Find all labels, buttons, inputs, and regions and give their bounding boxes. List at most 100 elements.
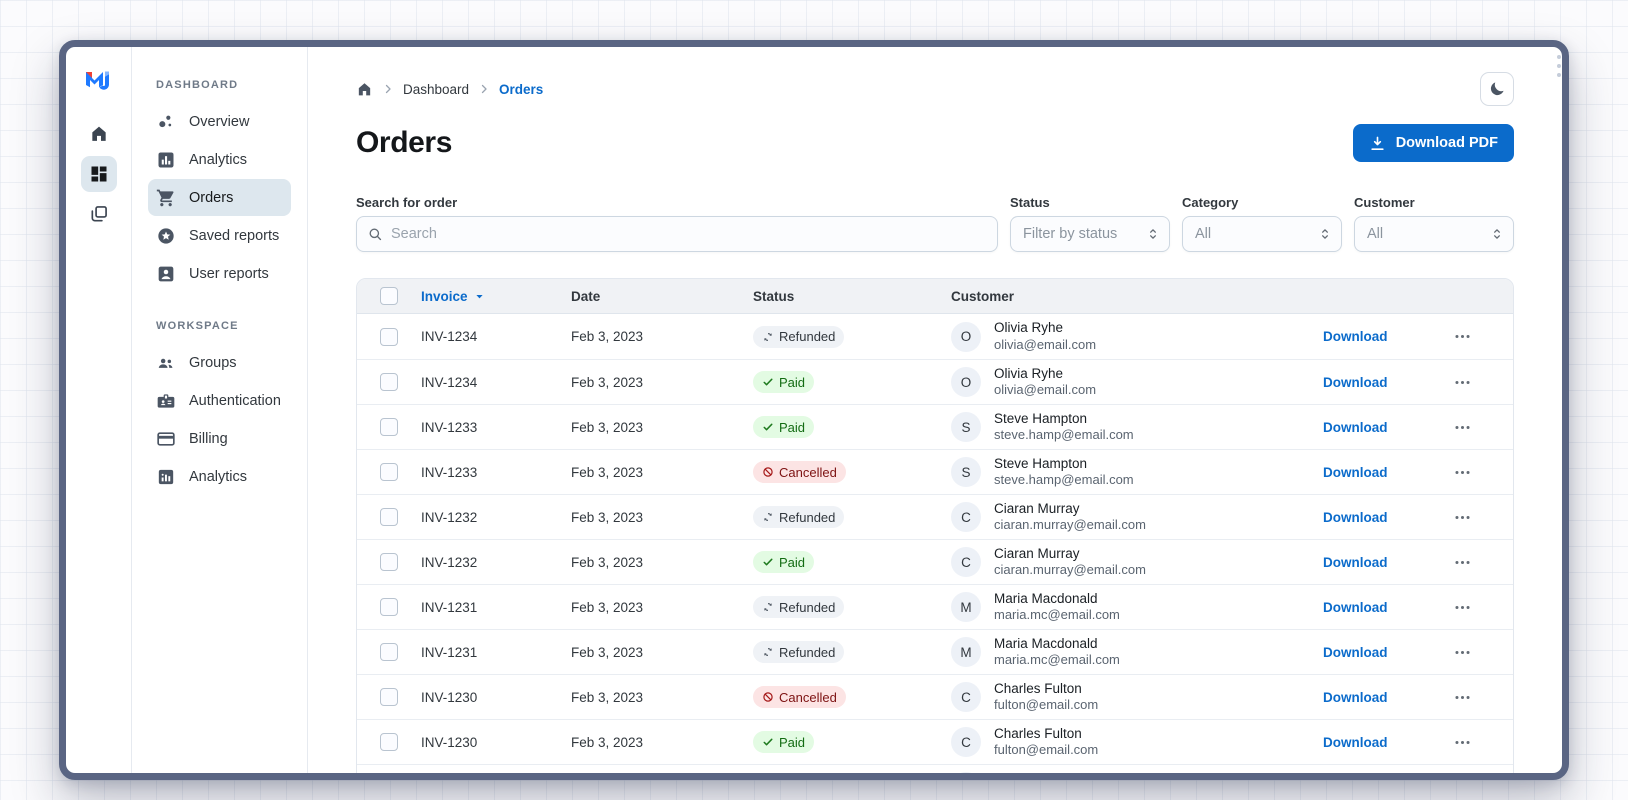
- row-menu-button[interactable]: [1453, 373, 1513, 392]
- row-checkbox[interactable]: [380, 688, 398, 706]
- chevron-right-icon: [382, 83, 394, 95]
- row-checkbox[interactable]: [380, 508, 398, 526]
- block-icon: [762, 691, 774, 703]
- customer-email: fulton@email.com: [994, 742, 1099, 758]
- table-row: INV-1234 Feb 3, 2023 Refunded O Olivia R…: [357, 314, 1513, 359]
- category-filter-label: Category: [1182, 195, 1239, 210]
- row-checkbox[interactable]: [380, 598, 398, 616]
- date-cell: Feb 3, 2023: [571, 689, 644, 705]
- download-link[interactable]: Download: [1323, 690, 1388, 705]
- topbar: Dashboard Orders: [356, 71, 1514, 107]
- autorenew-icon: [762, 601, 774, 613]
- window-scroll-dots[interactable]: [1557, 55, 1561, 77]
- sidebar-item-saved-reports[interactable]: Saved reports: [148, 217, 291, 254]
- table-row: INV-1230 Feb 3, 2023 Cancelled C Charles…: [357, 674, 1513, 719]
- sidebar-item-groups[interactable]: Groups: [148, 344, 291, 381]
- mini-chart-icon: [156, 467, 176, 487]
- sidebar-item-orders[interactable]: Orders: [148, 179, 291, 216]
- customer-name: Maria Macdonald: [994, 635, 1098, 651]
- unfold-more-icon: [1322, 229, 1328, 239]
- table-header-row: Invoice Date Status Customer: [357, 279, 1513, 314]
- sidebar-item-authentication[interactable]: Authentication: [148, 382, 291, 419]
- autorenew-icon: [762, 511, 774, 523]
- row-checkbox[interactable]: [380, 327, 398, 346]
- search-input-wrap[interactable]: [356, 216, 998, 252]
- status-badge: Paid: [753, 371, 815, 393]
- table-row: INV-1233 Feb 3, 2023 Cancelled S Steve H…: [357, 449, 1513, 494]
- breadcrumb-dashboard[interactable]: Dashboard: [403, 82, 469, 97]
- page-header: Orders Download PDF: [356, 121, 1514, 165]
- download-icon: [1369, 135, 1386, 152]
- download-link[interactable]: Download: [1323, 329, 1388, 344]
- badge-icon: [156, 391, 176, 411]
- status-select[interactable]: Filter by status: [1010, 216, 1170, 252]
- unfold-more-icon: [1150, 229, 1156, 239]
- download-link[interactable]: Download: [1323, 375, 1388, 390]
- filter-bar: Search for order Status Filter by status…: [356, 195, 1514, 252]
- row-menu-button[interactable]: [1453, 553, 1513, 572]
- status-cell: Paid: [753, 551, 939, 573]
- row-menu-button[interactable]: [1453, 688, 1513, 707]
- sidebar-item-label: Analytics: [189, 468, 248, 485]
- sidebar-section-label: WORKSPACE: [156, 320, 239, 332]
- customer-cell: S Steve Hampton steve.hamp@email.com: [939, 455, 1323, 489]
- avatar: O: [951, 321, 981, 352]
- download-link[interactable]: Download: [1323, 645, 1388, 660]
- row-checkbox[interactable]: [380, 553, 398, 571]
- avatar: S: [951, 412, 981, 442]
- sidebar-item-analytics[interactable]: Analytics: [148, 141, 291, 178]
- row-menu-button[interactable]: [1453, 327, 1513, 346]
- ellipsis-icon: [1453, 327, 1472, 346]
- row-menu-button[interactable]: [1453, 508, 1513, 527]
- download-pdf-button[interactable]: Download PDF: [1352, 124, 1514, 162]
- search-input[interactable]: [391, 226, 987, 242]
- column-header-invoice[interactable]: Invoice: [421, 289, 571, 304]
- sidebar-item-analytics[interactable]: Analytics: [148, 458, 291, 495]
- sidebar-item-label: Billing: [189, 430, 228, 447]
- row-checkbox[interactable]: [380, 463, 398, 481]
- download-link[interactable]: Download: [1323, 465, 1388, 480]
- customer-select[interactable]: All: [1354, 216, 1514, 252]
- customer-cell: S Steve Hampton steve.hamp@email.com: [939, 410, 1323, 444]
- table-row: INV-1232 Feb 3, 2023 Refunded C Ciaran M…: [357, 494, 1513, 539]
- download-link[interactable]: Download: [1323, 510, 1388, 525]
- autorenew-icon: [762, 646, 774, 658]
- rail-button-home[interactable]: [81, 116, 117, 152]
- row-checkbox[interactable]: [380, 778, 398, 780]
- date-cell: Feb 3, 2023: [571, 734, 644, 750]
- status-badge: Paid: [753, 416, 815, 438]
- row-checkbox[interactable]: [380, 373, 398, 391]
- row-checkbox[interactable]: [380, 733, 398, 751]
- ellipsis-icon: [1453, 598, 1472, 617]
- rail-button-stacked-pages[interactable]: [81, 196, 117, 232]
- row-menu-button[interactable]: [1453, 598, 1513, 617]
- category-select[interactable]: All: [1182, 216, 1342, 252]
- sidebar-section-label: DASHBOARD: [156, 79, 239, 91]
- table-row-clipped: [357, 764, 1513, 780]
- sidebar-item-overview[interactable]: Overview: [148, 103, 291, 140]
- sidebar-item-user-reports[interactable]: User reports: [148, 255, 291, 292]
- select-all-checkbox[interactable]: [380, 287, 398, 305]
- breadcrumb-orders: Orders: [499, 81, 544, 97]
- rail-button-dashboard[interactable]: [80, 156, 117, 192]
- row-menu-button[interactable]: [1453, 463, 1513, 482]
- download-link[interactable]: Download: [1323, 555, 1388, 570]
- ellipsis-icon: [1453, 373, 1472, 392]
- customer-name: Charles Fulton: [994, 680, 1082, 696]
- status-filter-label: Status: [1010, 195, 1050, 210]
- row-menu-button[interactable]: [1453, 733, 1513, 752]
- download-link[interactable]: Download: [1323, 600, 1388, 615]
- avatar: C: [951, 682, 981, 712]
- row-checkbox[interactable]: [380, 643, 398, 661]
- row-checkbox[interactable]: [380, 418, 398, 436]
- sidebar-item-billing[interactable]: Billing: [148, 420, 291, 457]
- row-menu-button[interactable]: [1453, 418, 1513, 437]
- status-cell: Refunded: [753, 325, 939, 348]
- stacked-pages-icon: [89, 204, 109, 224]
- download-link[interactable]: Download: [1323, 420, 1388, 435]
- table-row: INV-1234 Feb 3, 2023 Paid O Olivia Ryhe …: [357, 359, 1513, 404]
- dark-mode-toggle[interactable]: [1480, 72, 1514, 106]
- home-icon[interactable]: [356, 81, 373, 98]
- row-menu-button[interactable]: [1453, 643, 1513, 662]
- download-link[interactable]: Download: [1323, 735, 1388, 750]
